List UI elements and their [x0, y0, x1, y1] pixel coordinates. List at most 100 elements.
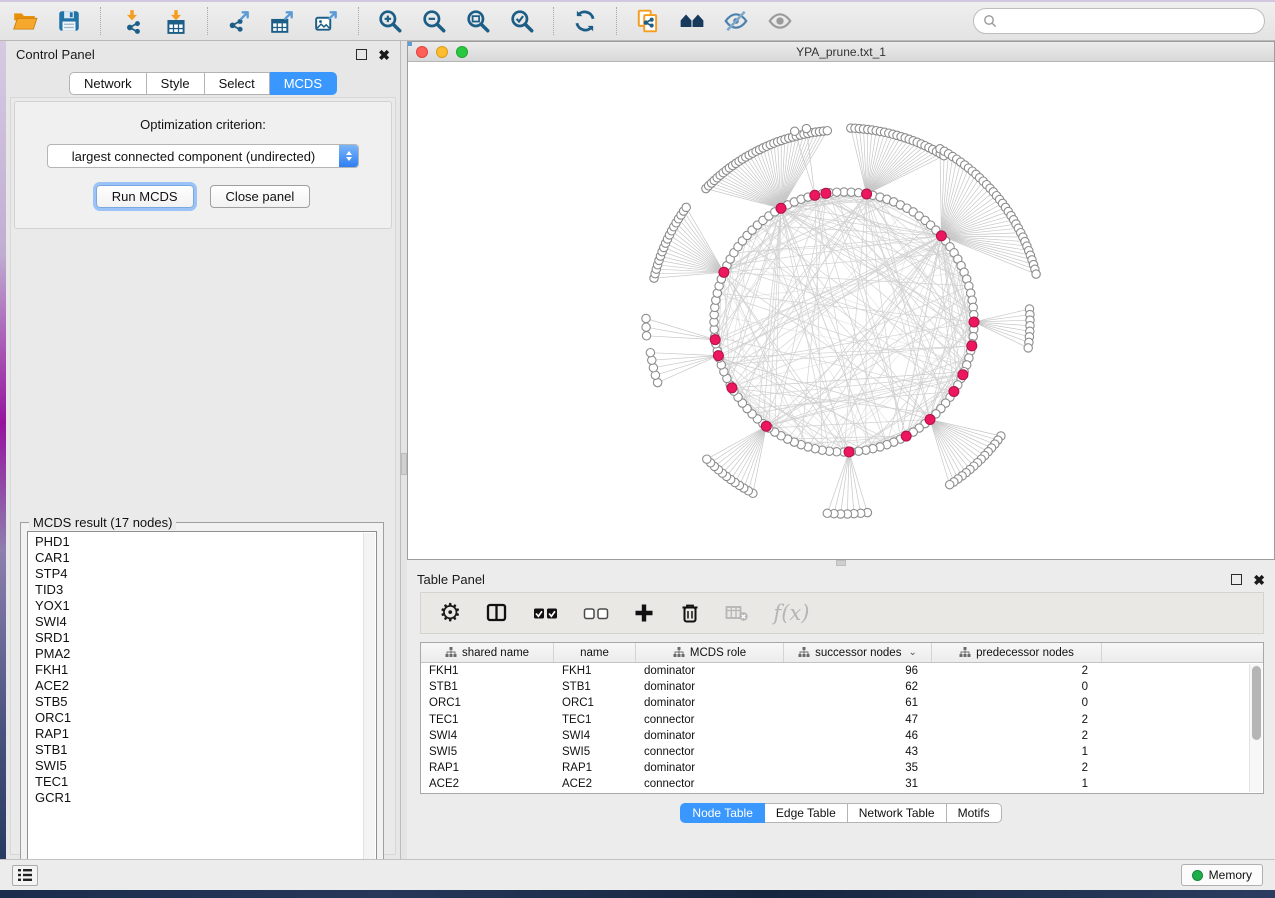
mcds-result-item[interactable]: SWI4 [35, 614, 362, 630]
tab-network-table[interactable]: Network Table [848, 803, 947, 823]
float-panel-icon[interactable] [1231, 574, 1242, 585]
table-row[interactable]: RAP1RAP1dominator352 [421, 760, 1249, 776]
zoom-out-icon[interactable] [419, 7, 449, 35]
close-panel-icon[interactable]: ✖ [378, 48, 390, 62]
mcds-result-item[interactable]: GCR1 [35, 790, 362, 806]
cell-shared-name: ACE2 [421, 778, 554, 790]
optimization-criterion-dropdown[interactable]: largest connected component (undirected) [47, 144, 359, 168]
memory-button[interactable]: Memory [1181, 864, 1263, 886]
cell-shared-name: RAP1 [421, 762, 554, 774]
scrollbar-thumb[interactable] [1252, 666, 1261, 740]
table-row[interactable]: SWI5SWI5connector431 [421, 744, 1249, 760]
table-scrollbar[interactable] [1249, 664, 1262, 792]
close-panel-icon[interactable]: ✖ [1253, 573, 1265, 587]
hide-selected-icon[interactable] [721, 7, 751, 35]
status-bar: Memory [0, 859, 1275, 890]
tab-style[interactable]: Style [147, 72, 205, 95]
mcds-result-item[interactable]: STP4 [35, 566, 362, 582]
search-area [973, 8, 1265, 34]
cell-successor-nodes: 62 [784, 681, 932, 693]
import-network-icon[interactable] [117, 7, 147, 35]
cell-shared-name: TEC1 [421, 714, 554, 726]
cell-successor-nodes: 46 [784, 730, 932, 742]
new-network-from-selection-icon[interactable] [633, 7, 663, 35]
column-header-successor-nodes[interactable]: successor nodes⌄ [784, 643, 932, 662]
cell-shared-name: ORC1 [421, 697, 554, 709]
table-settings-icon[interactable]: ⚙ [439, 598, 461, 628]
export-image-icon[interactable] [312, 7, 342, 35]
column-header-name[interactable]: name [554, 643, 636, 662]
zoom-selected-icon[interactable] [507, 7, 537, 35]
dropdown-value: largest connected component (undirected) [48, 149, 339, 164]
cell-MCDS-role: connector [636, 746, 784, 758]
network-canvas[interactable] [408, 62, 1274, 559]
close-panel-button[interactable]: Close panel [210, 185, 311, 208]
import-table-icon[interactable] [161, 7, 191, 35]
cell-name: ACE2 [554, 778, 636, 790]
cell-MCDS-role: dominator [636, 681, 784, 693]
mcds-result-item[interactable]: ACE2 [35, 678, 362, 694]
table-row[interactable]: TEC1TEC1connector472 [421, 712, 1249, 728]
optimization-panel: Optimization criterion: largest connecte… [14, 101, 392, 229]
mcds-result-item[interactable]: CAR1 [35, 550, 362, 566]
add-entry-icon[interactable] [633, 598, 655, 628]
memory-status-icon [1192, 870, 1203, 881]
mcds-result-item[interactable]: STB1 [35, 742, 362, 758]
tab-select[interactable]: Select [205, 72, 270, 95]
cell-predecessor-nodes: 1 [932, 746, 1102, 758]
mcds-result-item[interactable]: FKH1 [35, 662, 362, 678]
column-header-predecessor-nodes[interactable]: predecessor nodes [932, 643, 1102, 662]
cell-predecessor-nodes: 2 [932, 730, 1102, 742]
tab-edge-table[interactable]: Edge Table [765, 803, 848, 823]
mcds-result-item[interactable]: RAP1 [35, 726, 362, 742]
refresh-layout-icon[interactable] [570, 7, 600, 35]
float-panel-icon[interactable] [356, 49, 367, 60]
tab-motifs[interactable]: Motifs [947, 803, 1002, 823]
zoom-in-icon[interactable] [375, 7, 405, 35]
mcds-result-item[interactable]: ORC1 [35, 710, 362, 726]
optimization-label: Optimization criterion: [15, 117, 391, 132]
column-header-shared-name[interactable]: shared name [421, 643, 554, 662]
mcds-list-scrollbar[interactable] [363, 533, 375, 886]
tab-network[interactable]: Network [69, 72, 147, 95]
mcds-result-item[interactable]: TID3 [35, 582, 362, 598]
column-visibility-icon[interactable] [485, 598, 509, 628]
save-session-icon[interactable] [54, 7, 84, 35]
tab-node-table[interactable]: Node Table [680, 803, 765, 823]
cell-predecessor-nodes: 1 [932, 778, 1102, 790]
zoom-fit-icon[interactable] [463, 7, 493, 35]
show-all-icon[interactable] [765, 7, 795, 35]
select-all-icon[interactable] [533, 598, 559, 628]
search-field[interactable] [973, 8, 1265, 34]
control-panel-header: Control Panel ✖ [6, 41, 400, 68]
mcds-result-group: MCDS result (17 nodes) PHD1CAR1STP4TID3Y… [20, 522, 384, 895]
table-row[interactable]: STB1STB1dominator620 [421, 679, 1249, 695]
mcds-result-item[interactable]: PHD1 [35, 534, 362, 550]
mcds-result-list[interactable]: PHD1CAR1STP4TID3YOX1SWI4SRD1PMA2FKH1ACE2… [27, 531, 377, 888]
mcds-result-item[interactable]: SRD1 [35, 630, 362, 646]
mcds-result-item[interactable]: SWI5 [35, 758, 362, 774]
open-session-icon[interactable] [10, 7, 40, 35]
export-table-icon[interactable] [268, 7, 298, 35]
search-input[interactable] [997, 14, 1255, 28]
mcds-result-item[interactable]: YOX1 [35, 598, 362, 614]
table-row[interactable]: SWI4SWI4dominator462 [421, 728, 1249, 744]
run-mcds-button[interactable]: Run MCDS [96, 185, 194, 208]
table-row[interactable]: ACE2ACE2connector311 [421, 776, 1249, 792]
cell-predecessor-nodes: 2 [932, 762, 1102, 774]
mcds-result-item[interactable]: STB5 [35, 694, 362, 710]
first-neighbors-icon[interactable] [677, 7, 707, 35]
table-row[interactable]: FKH1FKH1dominator962 [421, 663, 1249, 679]
mcds-result-item[interactable]: TEC1 [35, 774, 362, 790]
search-icon [983, 14, 997, 28]
table-row[interactable]: YOX1YOX1connector291 [421, 793, 1249, 794]
network-titlebar[interactable]: YPA_prune.txt_1 [408, 42, 1274, 62]
task-history-button[interactable] [12, 865, 38, 886]
deselect-all-icon[interactable] [583, 598, 609, 628]
delete-entry-icon[interactable] [679, 598, 701, 628]
table-row[interactable]: ORC1ORC1dominator610 [421, 695, 1249, 711]
column-header-MCDS-role[interactable]: MCDS role [636, 643, 784, 662]
export-network-icon[interactable] [224, 7, 254, 35]
tab-mcds[interactable]: MCDS [270, 72, 337, 95]
mcds-result-item[interactable]: PMA2 [35, 646, 362, 662]
